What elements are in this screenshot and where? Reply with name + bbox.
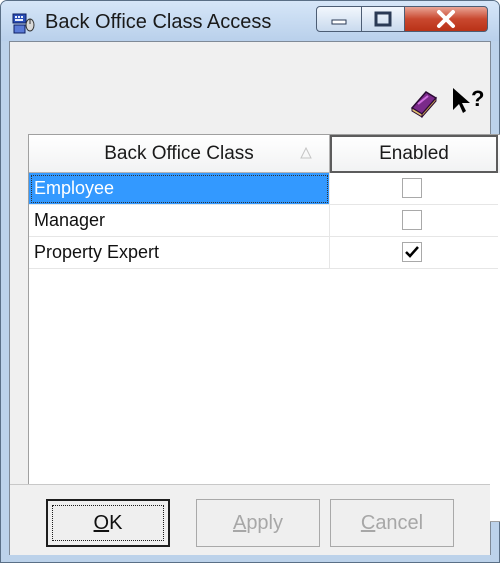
class-access-grid[interactable]: Back Office Class Enabled Employee Manag… [28,134,500,522]
focus-rectangle [52,505,164,541]
grid-header: Back Office Class Enabled [29,135,500,173]
minimize-button[interactable] [316,6,362,32]
close-icon [437,10,455,28]
enabled-cell [330,205,498,237]
cancel-mnemonic: C [360,512,376,534]
column-header-label: Back Office Class [104,143,254,164]
column-header-label: Enabled [379,143,449,164]
check-mark-icon [405,246,419,258]
ok-button[interactable]: OK [46,499,170,547]
dialog-window: Back Office Class Access ? Back Office C… [0,0,500,563]
grid-row[interactable]: Property Expert [29,237,500,269]
context-help-button[interactable]: ? [450,84,484,118]
column-header-back-office-class[interactable]: Back Office Class [29,135,330,173]
enabled-checkbox[interactable] [402,210,422,230]
cancel-button[interactable]: Cancel [330,499,454,547]
button-bar: OK Apply Cancel [10,484,490,555]
svg-text:?: ? [471,86,484,111]
grid-row[interactable]: Manager [29,205,500,237]
close-button[interactable] [404,6,488,32]
title-bar[interactable]: Back Office Class Access [1,1,499,41]
apply-mnemonic: A [232,512,247,534]
class-name-cell[interactable]: Property Expert [29,237,330,269]
apply-label-rest: pply [246,512,284,534]
class-name-cell[interactable]: Manager [29,205,330,237]
enabled-checkbox[interactable] [402,242,422,262]
grid-row[interactable]: Employee [29,173,500,205]
book-icon [410,91,438,118]
maximize-button[interactable] [361,6,405,32]
maximize-icon [374,11,392,27]
column-header-enabled[interactable]: Enabled [330,135,498,173]
dialog-client-area: ? Back Office Class Enabled Employee Man… [9,41,500,555]
window-title: Back Office Class Access [45,11,272,33]
book-button[interactable] [408,84,440,118]
toolbar: ? [10,42,490,132]
sort-ascending-icon [300,146,312,159]
apply-button[interactable]: Apply [196,499,320,547]
enabled-cell [330,237,498,269]
enabled-checkbox[interactable] [402,178,422,198]
minimize-icon [331,19,347,25]
keyboard-mouse-icon [12,13,35,34]
help-pointer-icon: ? [453,86,484,113]
cancel-label-rest: ancel [375,512,424,534]
enabled-cell [330,173,498,205]
class-name-cell[interactable]: Employee [29,173,330,205]
